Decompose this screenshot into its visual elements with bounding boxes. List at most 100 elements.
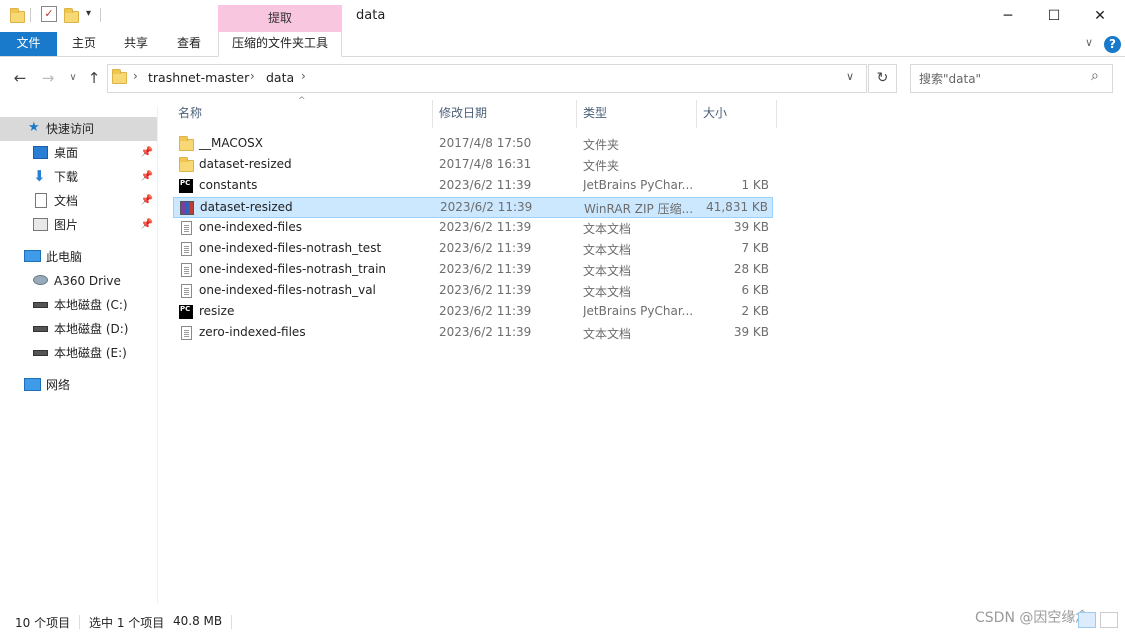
tab-share[interactable]: 共享: [112, 32, 160, 56]
nav-quick-access[interactable]: ★ 快速访问: [0, 117, 157, 141]
qa-customize-icon[interactable]: ▾: [86, 8, 91, 19]
column-divider[interactable]: [576, 100, 577, 128]
tab-file[interactable]: 文件: [0, 32, 57, 56]
search-icon[interactable]: ⌕: [1091, 68, 1099, 84]
column-header-size[interactable]: 大小: [703, 98, 727, 128]
large-icons-view-icon[interactable]: [1100, 612, 1118, 628]
recent-locations-icon[interactable]: ∨: [63, 68, 83, 88]
folder-icon: [112, 69, 127, 84]
address-dropdown-icon[interactable]: ∨: [846, 70, 854, 83]
column-divider[interactable]: [696, 100, 697, 128]
status-divider: [79, 615, 80, 629]
chevron-down-icon[interactable]: ∨: [1085, 36, 1093, 49]
nav-label: 快速访问: [46, 122, 95, 136]
nav-label: A360 Drive: [54, 274, 121, 288]
file-row[interactable]: one-indexed-files 2023/6/2 11:39 文本文档 39 KB: [173, 218, 773, 239]
chevron-right-icon[interactable]: ›: [250, 69, 255, 83]
nav-network[interactable]: 网络: [0, 373, 157, 397]
text-file-icon: [181, 326, 192, 340]
nav-item-a360-drive[interactable]: A360 Drive: [0, 269, 157, 293]
nav-item-desktop[interactable]: 桌面 📌: [0, 141, 157, 165]
pin-icon[interactable]: 📌: [141, 213, 153, 237]
file-name: __MACOSX: [199, 136, 264, 150]
close-button[interactable]: ✕: [1077, 0, 1123, 32]
network-icon: [24, 378, 41, 391]
file-row[interactable]: PC resize 2023/6/2 11:39 JetBrains PyChar..…: [173, 302, 773, 323]
nav-item-downloads[interactable]: ⬇ 下载 📌: [0, 165, 157, 189]
column-header-name[interactable]: 名称: [178, 98, 202, 128]
up-arrow-icon[interactable]: ↑: [84, 68, 104, 88]
file-size: 1 KB: [741, 178, 769, 192]
file-size: 39 KB: [733, 325, 769, 339]
pin-icon[interactable]: 📌: [141, 189, 153, 213]
refresh-button[interactable]: ↻: [868, 64, 897, 93]
contextual-tab-header[interactable]: 提取: [218, 5, 342, 32]
file-date: 2023/6/2 11:39: [439, 325, 532, 339]
file-date: 2023/6/2 11:39: [439, 304, 532, 318]
tab-home[interactable]: 主页: [60, 32, 108, 56]
chevron-right-icon[interactable]: ›: [133, 69, 138, 83]
file-row[interactable]: __MACOSX 2017/4/8 17:50 文件夹: [173, 134, 773, 155]
star-icon: ★: [28, 120, 40, 135]
nav-item-pictures[interactable]: 图片 📌: [0, 213, 157, 237]
file-size: 41,831 KB: [706, 200, 768, 214]
file-size: 7 KB: [741, 241, 769, 255]
text-file-icon: [181, 221, 192, 235]
column-divider[interactable]: [776, 100, 777, 128]
file-name: zero-indexed-files: [199, 325, 306, 339]
nav-this-pc[interactable]: 此电脑: [0, 245, 157, 269]
file-row[interactable]: zero-indexed-files 2023/6/2 11:39 文本文档 39 K…: [173, 323, 773, 344]
qa-divider: [30, 8, 31, 22]
file-size: 39 KB: [733, 220, 769, 234]
maximize-button[interactable]: ☐: [1031, 0, 1077, 32]
file-row[interactable]: dataset-resized 2017/4/8 16:31 文件夹: [173, 155, 773, 176]
text-file-icon: [181, 242, 192, 256]
pin-icon[interactable]: 📌: [141, 165, 153, 189]
forward-arrow-icon[interactable]: →: [38, 68, 58, 88]
watermark: CSDN @因空缘念: [975, 610, 1090, 626]
help-icon[interactable]: ?: [1104, 36, 1121, 53]
file-row[interactable]: one-indexed-files-notrash_test 2023/6/2 1…: [173, 239, 773, 260]
nav-item-drive-e[interactable]: 本地磁盘 (E:): [0, 341, 157, 365]
file-date: 2023/6/2 11:39: [439, 220, 532, 234]
column-header-type[interactable]: 类型: [583, 98, 607, 128]
back-arrow-icon[interactable]: ←: [10, 68, 30, 88]
file-size: 28 KB: [733, 262, 769, 276]
nav-item-documents[interactable]: 文档 📌: [0, 189, 157, 213]
document-icon: [35, 193, 47, 208]
nav-item-drive-c[interactable]: 本地磁盘 (C:): [0, 293, 157, 317]
column-divider[interactable]: [432, 100, 433, 128]
file-size: 2 KB: [741, 304, 769, 318]
file-date: 2017/4/8 16:31: [439, 157, 532, 171]
breadcrumb-data[interactable]: data: [266, 70, 294, 85]
details-view-icon[interactable]: [1078, 612, 1096, 628]
minimize-button[interactable]: ─: [985, 0, 1031, 32]
status-selection-size: 40.8 MB: [173, 614, 223, 628]
text-file-icon: [181, 284, 192, 298]
file-date: 2017/4/8 17:50: [439, 136, 532, 150]
file-row[interactable]: dataset-resized 2023/6/2 11:39 WinRAR ZIP …: [173, 197, 773, 218]
file-row[interactable]: one-indexed-files-notrash_train 2023/6/2 …: [173, 260, 773, 281]
file-type: WinRAR ZIP 压缩...: [584, 202, 694, 216]
breadcrumb-trashnet-master[interactable]: trashnet-master: [148, 70, 249, 85]
properties-icon[interactable]: ✓: [41, 6, 57, 22]
status-divider: [231, 615, 232, 629]
chevron-right-icon[interactable]: ›: [301, 69, 306, 83]
pictures-icon: [33, 218, 48, 231]
tab-view[interactable]: 查看: [165, 32, 213, 56]
hard-drive-icon: [33, 350, 48, 356]
nav-item-drive-d[interactable]: 本地磁盘 (D:): [0, 317, 157, 341]
tab-compressed-folder-tools[interactable]: 压缩的文件夹工具: [218, 32, 342, 57]
nav-label: 图片: [54, 218, 79, 232]
file-name: one-indexed-files: [199, 220, 302, 234]
hard-drive-icon: [33, 326, 48, 332]
nav-label: 本地磁盘 (D:): [54, 322, 129, 336]
file-name: dataset-resized: [200, 200, 293, 214]
file-date: 2023/6/2 11:39: [439, 178, 532, 192]
column-header-date[interactable]: 修改日期: [439, 98, 487, 128]
pin-icon[interactable]: 📌: [141, 141, 153, 165]
file-row[interactable]: PC constants 2023/6/2 11:39 JetBrains PyCha…: [173, 176, 773, 197]
file-row[interactable]: one-indexed-files-notrash_val 2023/6/2 11…: [173, 281, 773, 302]
new-folder-icon[interactable]: [64, 7, 79, 23]
hard-drive-icon: [33, 302, 48, 308]
